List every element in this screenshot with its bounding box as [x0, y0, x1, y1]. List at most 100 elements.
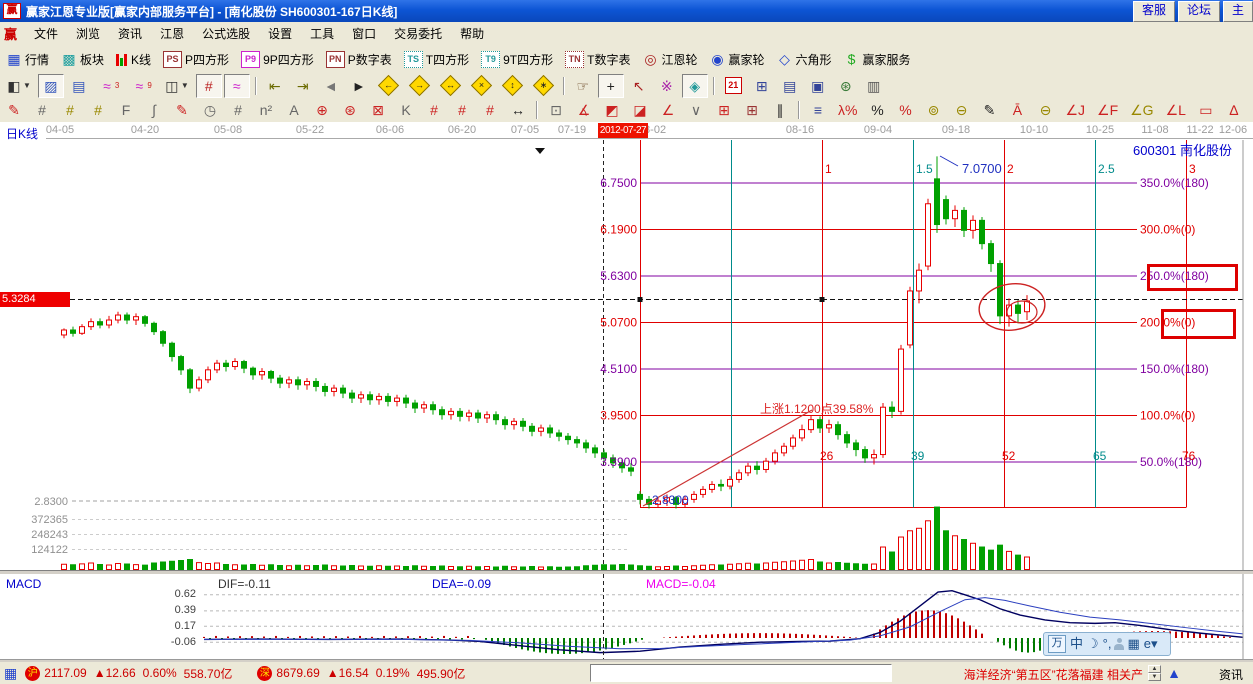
ime-lang-icon[interactable]: 中 [1070, 635, 1083, 653]
mirror-tool[interactable]: A [281, 98, 307, 122]
clock-circle-tool[interactable]: ◷ [197, 98, 223, 122]
diamond-vboth-button[interactable]: ↕ [498, 74, 527, 98]
winner-service-button[interactable]: $赢家服务 [839, 47, 916, 71]
gann-wheel-button[interactable]: ◎江恩轮 [637, 47, 702, 71]
menu-item-4[interactable]: 公式选股 [193, 22, 259, 45]
f-angle-tool[interactable]: ∠F [1092, 98, 1123, 122]
fan-box-tool-1[interactable]: ◩ [599, 98, 625, 122]
stock-code-input[interactable] [590, 664, 892, 682]
select-tool-button[interactable]: ↖ [626, 74, 652, 98]
gold-circle-tool[interactable]: ⊚ [920, 98, 946, 122]
box-grid-tool[interactable]: ⊡ [543, 98, 569, 122]
l-angle-tool[interactable]: ∠L [1161, 98, 1191, 122]
print-button[interactable]: ▥ [861, 74, 887, 98]
prev-bar-button[interactable]: ◄ [318, 74, 344, 98]
win-box-tool[interactable]: ▭ [1193, 98, 1219, 122]
star-circle-tool[interactable]: ⊛ [337, 98, 363, 122]
ime-toolbar[interactable]: 万中☽°, ▦ e▾ [1043, 632, 1171, 656]
gold-grid-tool-2[interactable]: # [85, 98, 111, 122]
menu-item-9[interactable]: 帮助 [451, 22, 493, 45]
9t-square-button[interactable]: T99T四方形 [476, 47, 558, 71]
winner-wheel-button[interactable]: ◉赢家轮 [704, 47, 769, 71]
news-ticker[interactable]: 海洋经济“第五区”花落福建 相关产 [964, 666, 1143, 683]
pencil-tool[interactable]: ✎ [1, 98, 27, 122]
pct-line-tool[interactable]: % [892, 98, 918, 122]
ime-keyboard-icon[interactable]: ▦ [1127, 635, 1139, 653]
kline-style-button[interactable]: ◧▼ [1, 74, 36, 98]
news-spinner[interactable]: ▲▼ [1148, 665, 1161, 681]
grid-tool-2[interactable]: # [225, 98, 251, 122]
menu-item-1[interactable]: 浏览 [67, 22, 109, 45]
hexagon-button[interactable]: ◇六角形 [772, 47, 837, 71]
flower-tool-button[interactable]: ※ [654, 74, 680, 98]
angle-lines-tool[interactable]: ∠ [655, 98, 681, 122]
menu-item-6[interactable]: 工具 [301, 22, 343, 45]
last-bar-button[interactable]: ⇥ [290, 74, 316, 98]
gold-grid-tool-1[interactable]: # [57, 98, 83, 122]
service-button[interactable]: 客服 [1133, 1, 1175, 22]
pct7-tool[interactable]: λ% [833, 98, 862, 122]
home-button[interactable]: 主 [1223, 1, 1253, 22]
candle-style-button[interactable]: ◫▼ [159, 74, 194, 98]
menu-item-5[interactable]: 设置 [259, 22, 301, 45]
macd-title[interactable]: MACD [6, 577, 41, 591]
shen-grid-tool[interactable]: # [421, 98, 447, 122]
first-bar-button[interactable]: ⇤ [262, 74, 288, 98]
fan-box-tool-2[interactable]: ◪ [627, 98, 653, 122]
sectors-button[interactable]: ▩板块 [56, 47, 109, 71]
forum-button[interactable]: 论坛 [1178, 1, 1220, 22]
grid-tool-3[interactable]: ⊞ [711, 98, 737, 122]
menu-item-0[interactable]: 文件 [25, 22, 67, 45]
quotes-button[interactable]: ▦行情 [1, 47, 54, 71]
p-square-button[interactable]: PSP四方形 [158, 47, 234, 71]
square-target-tool[interactable]: ⊠ [365, 98, 391, 122]
wave3-button[interactable]: ≈3 [94, 74, 124, 98]
brush-tool[interactable]: ✎ [169, 98, 195, 122]
ime-punct-icon[interactable]: °, [1103, 635, 1112, 653]
pct-tool[interactable]: % [864, 98, 890, 122]
quote-table-icon[interactable]: ▦ [4, 665, 17, 682]
compare-button[interactable]: # [196, 74, 222, 98]
menu-item-2[interactable]: 资讯 [109, 22, 151, 45]
diamond-cross-button[interactable]: × [467, 74, 496, 98]
crosshair-tool-button[interactable]: + [598, 74, 624, 98]
export-button[interactable]: ⊛ [833, 74, 859, 98]
ime-mode-icon[interactable]: 万 [1048, 635, 1066, 653]
next-bar-button[interactable]: ► [346, 74, 372, 98]
ime-person-icon[interactable] [1113, 637, 1125, 651]
save-button[interactable]: ▣ [805, 74, 831, 98]
menu-item-8[interactable]: 交易委托 [385, 22, 451, 45]
ime-moon-icon[interactable]: ☽ [1087, 635, 1099, 653]
pen2-tool[interactable]: ✎ [976, 98, 1002, 122]
win-grid-tool[interactable]: # [449, 98, 475, 122]
g-angle-tool[interactable]: ∠G [1125, 98, 1158, 122]
kline-button[interactable]: K线 [111, 47, 156, 71]
s-curve-tool[interactable]: ∫ [141, 98, 167, 122]
calendar-button[interactable]: 21 [720, 74, 747, 98]
diamond-left-button[interactable]: ← [374, 74, 403, 98]
ime-browser-icon[interactable]: e▾ [1144, 635, 1158, 653]
gold-line2-tool[interactable]: ⊖ [1032, 98, 1058, 122]
gann-circle-tool[interactable]: ⊕ [309, 98, 335, 122]
document-button[interactable]: ▤ [66, 74, 92, 98]
wave9-button[interactable]: ≈9 [126, 74, 156, 98]
k-mark-tool[interactable]: K [393, 98, 419, 122]
info-person-icon[interactable]: ▲ [1167, 665, 1181, 681]
ratio-bars-tool[interactable]: ≡ [805, 98, 831, 122]
hand-tool-button[interactable]: ☞ [570, 74, 596, 98]
chart-pane[interactable]: 6.7500350.0%(180)6.1900300.0%(0)5.630025… [0, 140, 1253, 570]
a-mark-tool[interactable]: Ā [1004, 98, 1030, 122]
si-grid-tool[interactable]: # [477, 98, 503, 122]
t-table-button[interactable]: TNT数字表 [560, 47, 635, 71]
timeshare-button[interactable]: ≈ [224, 74, 250, 98]
fan-tool[interactable]: ∡ [571, 98, 597, 122]
diamond-hboth-button[interactable]: ↔ [436, 74, 465, 98]
brain-tool-button[interactable]: ◈ [682, 74, 708, 98]
menu-item-3[interactable]: 江恩 [151, 22, 193, 45]
f-grid-tool[interactable]: F [113, 98, 139, 122]
p-table-button[interactable]: PNP数字表 [321, 47, 397, 71]
diamond-star-button[interactable]: ∗ [529, 74, 558, 98]
notes-button[interactable]: ▤ [777, 74, 803, 98]
diamond-right-button[interactable]: → [405, 74, 434, 98]
n2-tool[interactable]: n² [253, 98, 279, 122]
